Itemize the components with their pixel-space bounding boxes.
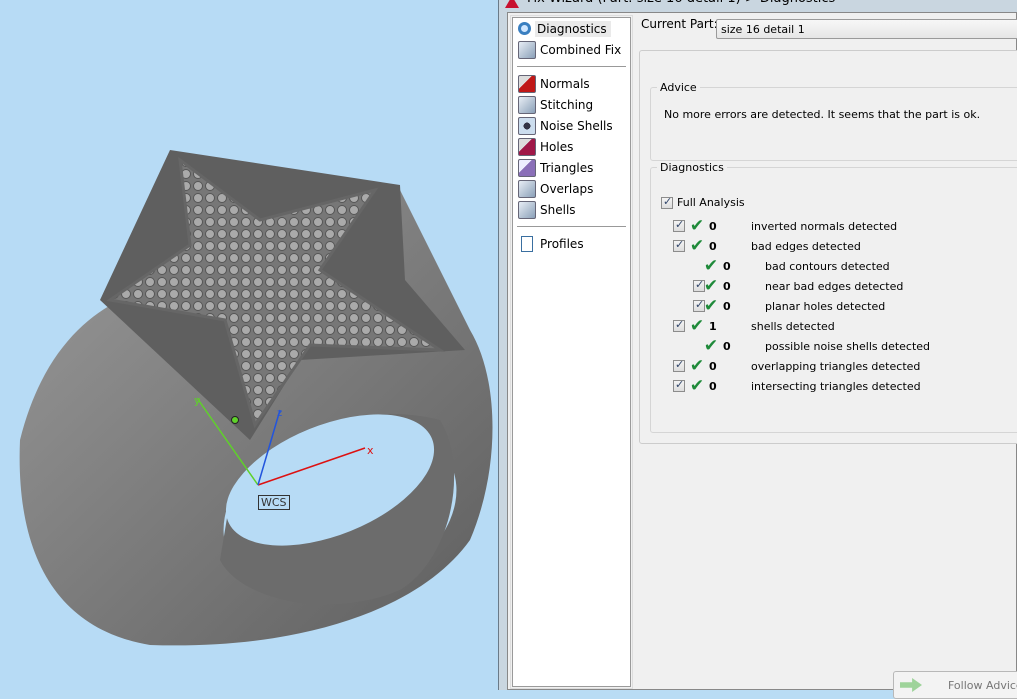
follow-advice-button[interactable]: Follow Advice — [893, 671, 1017, 699]
diagnostic-label: shells detected — [751, 319, 835, 333]
diagnostic-label: intersecting triangles detected — [751, 379, 921, 393]
diagnostic-row: ✔ 0 bad contours detected — [693, 256, 890, 276]
advice-group: Advice No more errors are detected. It s… — [650, 81, 1017, 161]
diagnostic-count: 0 — [723, 279, 731, 293]
current-part-label: Current Part: — [641, 17, 718, 31]
diagnostic-label: inverted normals detected — [751, 219, 898, 233]
checkmark-icon: ✔ — [689, 315, 705, 336]
nav-item-shells[interactable]: Shells — [513, 199, 630, 220]
noise-shells-icon — [518, 116, 536, 135]
stitching-cube-icon — [518, 95, 536, 114]
svg-text:x: x — [367, 444, 374, 457]
diagnostic-row: ✔ 0 inverted normals detected — [673, 216, 897, 236]
diagnostic-label: bad contours detected — [765, 259, 890, 273]
diagnostic-row: ✔0near bad edges detected — [693, 276, 903, 296]
checkbox[interactable] — [673, 318, 685, 332]
advice-legend: Advice — [660, 81, 697, 94]
diagnostic-count: 1 — [709, 319, 717, 333]
shells-icon — [518, 200, 536, 219]
3d-viewport[interactable]: y x z WCS — [0, 0, 498, 690]
checkmark-icon: ✔ — [689, 215, 705, 236]
diagnostic-row: ✔ 0 possible noise shells detected — [693, 336, 930, 356]
diagnostics-group: Diagnostics Full Analysis ✔ 0 inverted nor… — [650, 161, 1017, 433]
triangles-icon — [518, 158, 536, 177]
diagnostic-count: 0 — [723, 259, 731, 273]
diagnostic-row: ✔ 0 intersecting triangles detected — [673, 376, 921, 396]
checkbox[interactable] — [693, 298, 705, 312]
nav-item-overlaps[interactable]: Overlaps — [513, 178, 630, 199]
diagnostics-panel: Advice No more errors are detected. It s… — [639, 50, 1017, 444]
diagnostic-row: ✔0planar holes detected — [693, 296, 885, 316]
diagnostic-label: bad edges detected — [751, 239, 861, 253]
normals-cube-icon — [518, 74, 536, 93]
diagnostic-count: 0 — [709, 379, 717, 393]
current-part-select[interactable]: size 16 detail 1 — [716, 19, 1017, 39]
diagnostic-label: planar holes detected — [765, 299, 886, 313]
diagnostic-row: ✔ 1 shells detected — [673, 316, 835, 336]
wcs-label: WCS — [258, 495, 290, 510]
svg-text:y: y — [194, 394, 201, 407]
fix-wizard-nav: Diagnostics Combined Fix Normals Stitchi… — [510, 15, 633, 689]
overlaps-icon — [518, 179, 536, 198]
checkmark-icon: ✔ — [689, 375, 705, 396]
nav-item-profiles[interactable]: Profiles — [513, 233, 630, 254]
ring-model: y x z — [19, 150, 493, 646]
checkmark-icon: ✔ — [703, 255, 719, 276]
checkbox[interactable] — [673, 238, 685, 252]
diagnostic-count: 0 — [723, 299, 731, 313]
nav-item-holes[interactable]: Holes — [513, 136, 630, 157]
checkbox[interactable] — [673, 218, 685, 232]
profiles-icon — [521, 235, 533, 252]
checkmark-icon: ✔ — [689, 355, 705, 376]
nav-item-combined-fix[interactable]: Combined Fix — [513, 39, 630, 60]
nav-item-normals[interactable]: Normals — [513, 73, 630, 94]
checkmark-icon: ✔ — [703, 335, 719, 356]
checkbox[interactable] — [661, 195, 673, 209]
svg-text:z: z — [277, 408, 282, 419]
nav-item-noise-shells[interactable]: Noise Shells — [513, 115, 630, 136]
cube-stack-icon — [518, 40, 536, 59]
magnifier-icon — [518, 22, 531, 35]
diagnostics-legend: Diagnostics — [660, 161, 724, 174]
diagnostic-count: 0 — [709, 219, 717, 233]
advice-text: No more errors are detected. It seems th… — [664, 108, 981, 121]
holes-cube-icon — [518, 137, 536, 156]
divider — [517, 66, 626, 67]
checkbox[interactable] — [673, 378, 685, 392]
nav-item-triangles[interactable]: Triangles — [513, 157, 630, 178]
diagnostic-count: 0 — [709, 239, 717, 253]
nav-item-diagnostics[interactable]: Diagnostics — [513, 18, 630, 39]
nav-item-stitching[interactable]: Stitching — [513, 94, 630, 115]
diagnostic-count: 0 — [723, 339, 731, 353]
diagnostic-label: near bad edges detected — [765, 279, 904, 293]
full-analysis-checkbox[interactable]: Full Analysis — [661, 195, 745, 209]
divider — [517, 226, 626, 227]
diagnostic-label: possible noise shells detected — [765, 339, 931, 353]
diagnostic-row: ✔ 0 bad edges detected — [673, 236, 861, 256]
checkbox[interactable] — [673, 358, 685, 372]
diagnostic-label: overlapping triangles detected — [751, 359, 921, 373]
checkbox[interactable] — [693, 278, 705, 292]
diagnostic-count: 0 — [709, 359, 717, 373]
diagnostic-row: ✔ 0 overlapping triangles detected — [673, 356, 920, 376]
fix-wizard-dialog: Fix Wizard (Part: size 16 detail 1) > Di… — [498, 0, 1017, 699]
window-title: Fix Wizard (Part: size 16 detail 1) > Di… — [499, 0, 1017, 9]
checkmark-icon: ✔ — [689, 235, 705, 256]
